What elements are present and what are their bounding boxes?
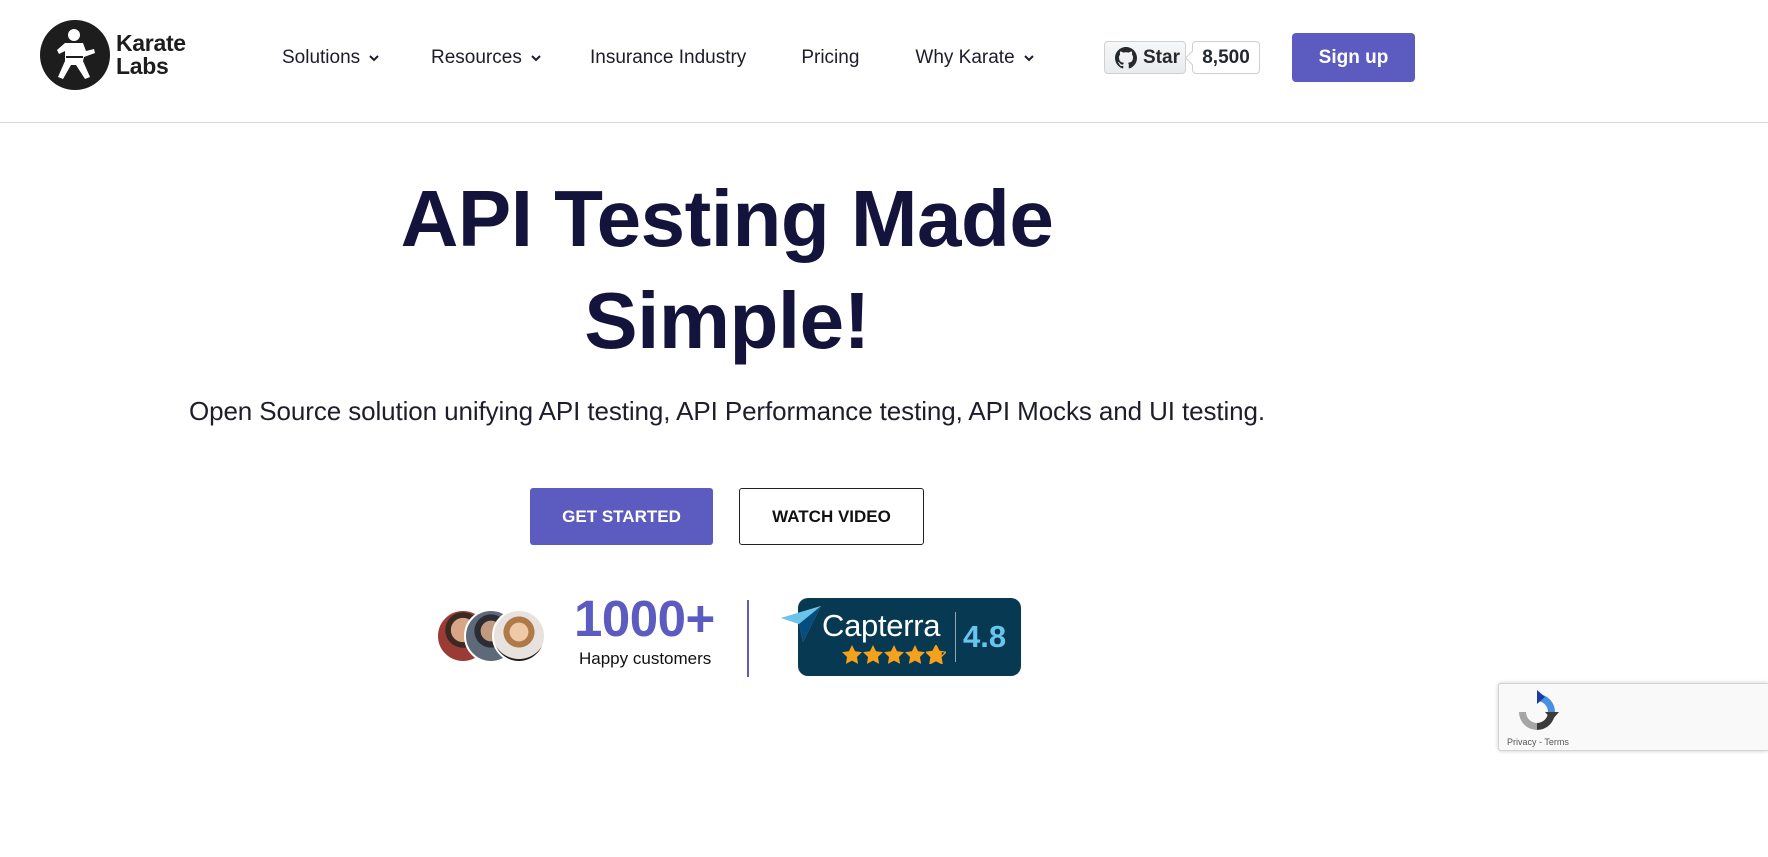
nav-item-pricing[interactable]: Pricing [801, 47, 859, 69]
watch-video-button[interactable]: WATCH VIDEO [739, 488, 924, 545]
sign-up-button[interactable]: Sign up [1292, 33, 1415, 82]
social-proof-divider [747, 600, 749, 677]
customer-avatars [436, 609, 548, 665]
github-star-label: Star [1143, 46, 1180, 68]
nav-item-label: Insurance Industry [590, 47, 747, 68]
brand-name-line1: Karate [116, 30, 186, 56]
star-icon [884, 645, 904, 664]
main-nav: Solutions Resources Insurance Industry P… [282, 44, 1090, 72]
brand-name: Karate Labs [116, 32, 186, 78]
recaptcha-terms-link[interactable]: Terms [1544, 737, 1569, 747]
nav-item-insurance-industry[interactable]: Insurance Industry [590, 47, 746, 69]
recaptcha-privacy-link[interactable]: Privacy [1507, 737, 1537, 747]
capterra-separator [955, 612, 956, 662]
github-icon [1115, 46, 1137, 69]
hero-subtitle: Open Source solution unifying API testin… [188, 396, 1266, 426]
recaptcha-links: Privacy - Terms [1507, 737, 1569, 747]
get-started-button[interactable]: GET STARTED [530, 488, 713, 545]
nav-item-label: Pricing [801, 47, 860, 68]
recaptcha-badge[interactable]: Privacy - Terms [1498, 683, 1768, 751]
site-header: Karate Labs Solutions Resources Insuranc… [0, 0, 1768, 123]
capterra-stars [842, 645, 947, 664]
star-icon [863, 645, 883, 664]
hero-title: API Testing Made Simple! [360, 168, 1094, 372]
logo-link[interactable]: Karate Labs [40, 20, 186, 90]
github-star-button[interactable]: Star [1104, 41, 1186, 74]
star-icon [905, 645, 925, 664]
capterra-badge[interactable]: Capterra 4.8 [781, 598, 1021, 676]
hero-title-line1: API Testing Made [400, 174, 1054, 263]
hero-title-line2: Simple! [584, 276, 870, 365]
nav-item-label: Solutions [282, 47, 361, 68]
capterra-rating: 4.8 [963, 619, 1007, 654]
chevron-down-icon [530, 52, 542, 64]
capterra-name: Capterra [822, 608, 941, 643]
recaptcha-icon [1515, 690, 1559, 734]
nav-item-label: Resources [431, 47, 522, 68]
capterra-arrow-icon [781, 606, 821, 642]
customer-count-label: Happy customers [579, 649, 712, 668]
avatar [492, 609, 546, 663]
nav-item-resources[interactable]: Resources [431, 47, 541, 69]
nav-item-why-karate[interactable]: Why Karate [915, 47, 1034, 69]
nav-item-solutions[interactable]: Solutions [282, 47, 380, 69]
brand-name-line2: Labs [116, 53, 169, 79]
customer-count: 1000+ [574, 590, 715, 647]
github-star-count[interactable]: 8,500 [1192, 41, 1260, 74]
star-icon-partial [926, 645, 946, 664]
chevron-down-icon [1023, 52, 1035, 64]
karate-figure-icon [40, 20, 110, 90]
star-icon [842, 645, 862, 664]
nav-item-label: Why Karate [915, 47, 1015, 68]
chevron-down-icon [368, 52, 380, 64]
